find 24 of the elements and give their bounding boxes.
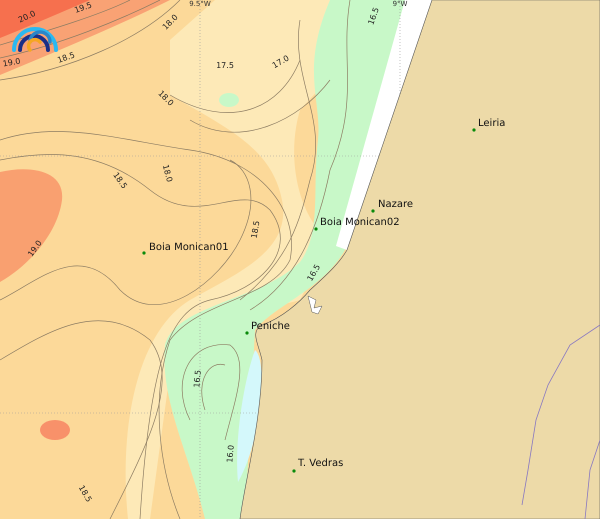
contour-label: 17.5 <box>216 61 234 70</box>
location-dot <box>472 128 476 132</box>
location-dot <box>245 331 249 335</box>
place-label: Nazare <box>378 199 414 210</box>
location-dot <box>142 251 146 255</box>
contour-label: 16.5 <box>192 370 203 388</box>
contour-label: 19.0 <box>2 56 22 69</box>
location-dot <box>314 227 318 231</box>
place-label: Boia Monican02 <box>320 217 400 228</box>
contour-label: 16.0 <box>225 444 236 464</box>
place-label: Leiria <box>478 118 506 129</box>
contour-label: 19.5 <box>73 0 94 15</box>
contour-label: 18.0 <box>160 164 174 184</box>
place-label: Boia Monican01 <box>149 242 229 253</box>
contour-label: 16.5 <box>366 6 381 26</box>
contour-label: 18.5 <box>250 220 262 240</box>
contour-label: 20.0 <box>16 8 37 25</box>
contour-label: 18.5 <box>56 50 76 65</box>
contour-label: 17.0 <box>270 53 291 70</box>
rainbow-logo-icon <box>12 27 58 52</box>
location-dot <box>371 209 375 213</box>
place-label: T. Vedras <box>298 458 344 469</box>
location-dot <box>292 469 296 473</box>
lagoon-drawing <box>308 296 322 314</box>
